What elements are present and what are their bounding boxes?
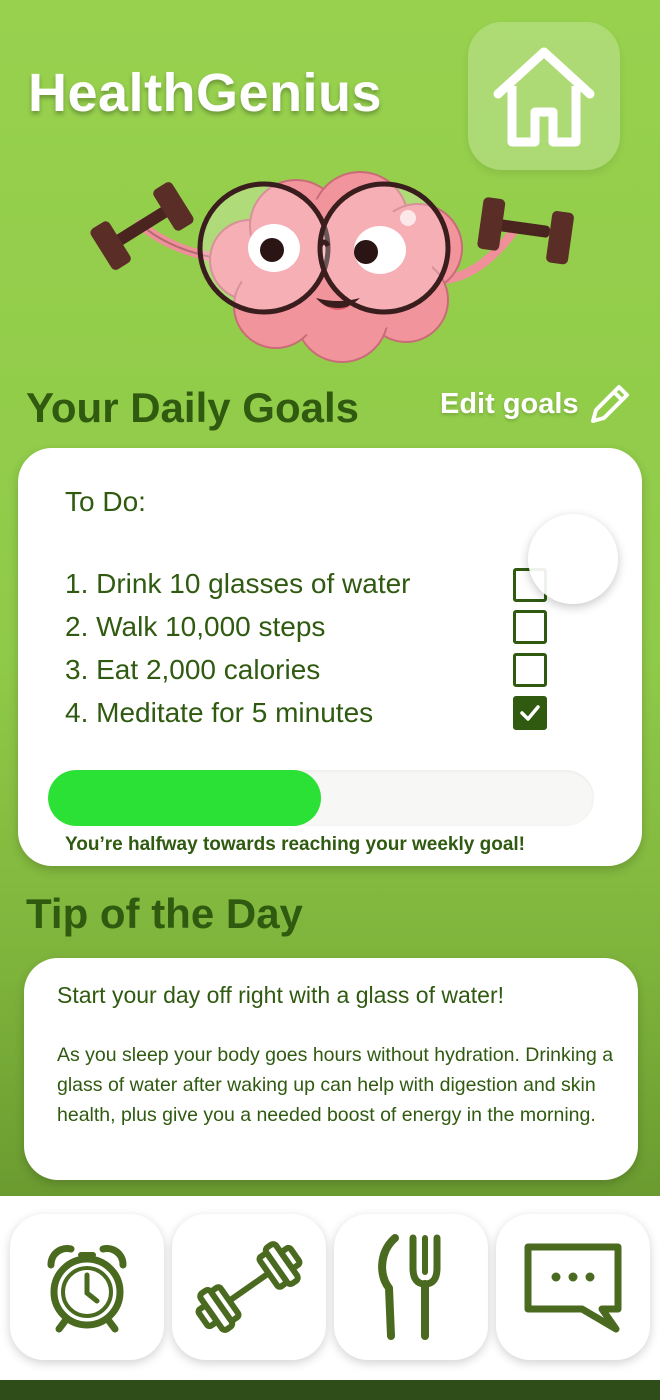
tip-body: As you sleep your body goes hours withou…	[57, 1044, 614, 1126]
nav-chat-button[interactable]	[496, 1214, 650, 1360]
daily-goals-title: Your Daily Goals	[26, 384, 359, 431]
checkmark-icon	[520, 705, 540, 721]
weekly-progress-bar	[48, 770, 594, 826]
nav-alarm-button[interactable]	[10, 1214, 164, 1360]
goal-checkbox-4[interactable]	[513, 696, 547, 730]
goal-item: 3. Eat 2,000 calories	[65, 653, 605, 694]
todo-heading: To Do:	[65, 486, 146, 517]
home-icon	[493, 47, 595, 147]
tip-heading: Start your day off right with a glass of…	[57, 982, 505, 1008]
goal-item: 4. Meditate for 5 minutes	[65, 696, 605, 737]
goal-label: 1. Drink 10 glasses of water	[65, 568, 411, 599]
progress-caption: You’re halfway towards reaching your wee…	[65, 834, 525, 855]
goal-checkbox-3[interactable]	[513, 653, 547, 687]
fork-knife-icon	[378, 1234, 441, 1340]
progress-bar-fill	[48, 770, 321, 826]
edit-goals-button[interactable]: Edit goals	[440, 376, 633, 432]
goal-label: 4. Meditate for 5 minutes	[65, 697, 374, 728]
goal-label: 3. Eat 2,000 calories	[65, 654, 321, 685]
nav-workout-button[interactable]	[172, 1214, 326, 1360]
goal-label: 2. Walk 10,000 steps	[65, 611, 326, 642]
edit-goals-label: Edit goals	[440, 387, 579, 420]
floating-touch-indicator	[528, 514, 618, 604]
app-title: HealthGenius	[28, 63, 383, 123]
alarm-clock-icon	[47, 1245, 127, 1333]
goal-checkbox-2[interactable]	[513, 610, 547, 644]
pencil-icon	[590, 385, 629, 423]
app-screen: HealthGenius Your Daily Goals Edit goals…	[0, 0, 660, 1196]
daily-goals-card: To Do: 1. Drink 10 glasses of water 2. W…	[18, 448, 642, 866]
goal-item: 1. Drink 10 glasses of water	[65, 568, 605, 608]
home-button[interactable]	[468, 22, 620, 170]
dumbbell-icon	[195, 1241, 303, 1333]
system-bottom-bar	[0, 1380, 660, 1400]
tip-card: Start your day off right with a glass of…	[24, 958, 638, 1180]
brain-mascot	[90, 171, 574, 363]
goal-item: 2. Walk 10,000 steps	[65, 610, 605, 651]
bottom-nav	[0, 1196, 660, 1380]
nav-meals-button[interactable]	[334, 1214, 488, 1360]
tip-of-day-title: Tip of the Day	[26, 890, 303, 937]
chat-bubble-icon	[524, 1243, 622, 1333]
